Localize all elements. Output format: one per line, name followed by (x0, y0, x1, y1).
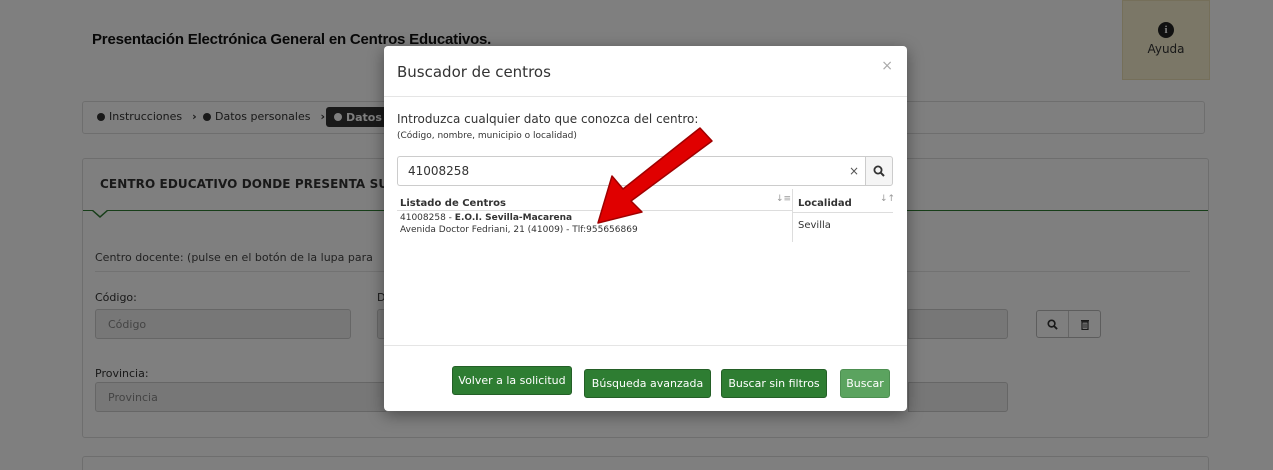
centro-name: E.O.I. Sevilla-Macarena (454, 213, 573, 223)
column-header-centros[interactable]: Listado de Centros (400, 198, 506, 209)
column-divider (792, 189, 793, 242)
modal-header: Buscador de centros × (384, 46, 907, 97)
intro-text: Introduzca cualquier dato que conozca de… (397, 112, 699, 126)
results-table: Listado de Centros ↓≡ Localidad ↓↑ 41008… (397, 189, 895, 244)
table-row[interactable]: 41008258 - E.O.I. Sevilla-Macarena Aveni… (400, 212, 638, 236)
divider (793, 212, 893, 213)
centro-title: 41008258 - E.O.I. Sevilla-Macarena (400, 213, 573, 223)
buscar-sin-filtros-button[interactable]: Buscar sin filtros (721, 369, 827, 398)
clear-search-icon[interactable]: × (843, 156, 865, 186)
intro-subtext: (Código, nombre, municipio o localidad) (397, 131, 577, 141)
buscar-button[interactable]: Buscar (840, 369, 890, 398)
sort-icon[interactable]: ↓≡ (776, 194, 791, 204)
search-icon (873, 165, 885, 177)
sort-icon[interactable]: ↓↑ (880, 194, 895, 204)
centro-code: 41008258 (400, 213, 446, 223)
divider (397, 210, 792, 211)
buscador-centros-modal: Buscador de centros × Introduzca cualqui… (384, 46, 907, 411)
close-icon[interactable]: × (881, 58, 893, 74)
centro-address: Avenida Doctor Fedriani, 21 (41009) - Tl… (400, 225, 638, 235)
search-box: × (397, 156, 893, 186)
centro-localidad[interactable]: Sevilla (798, 220, 831, 231)
search-input[interactable] (397, 156, 843, 186)
column-header-localidad[interactable]: Localidad (798, 198, 852, 209)
modal-title: Buscador de centros (397, 63, 551, 81)
busqueda-avanzada-button[interactable]: Búsqueda avanzada (584, 369, 711, 398)
volver-button[interactable]: Volver a la solicitud (452, 366, 572, 395)
modal-footer: Volver a la solicitud Búsqueda avanzada … (384, 345, 907, 411)
search-button[interactable] (865, 156, 893, 186)
